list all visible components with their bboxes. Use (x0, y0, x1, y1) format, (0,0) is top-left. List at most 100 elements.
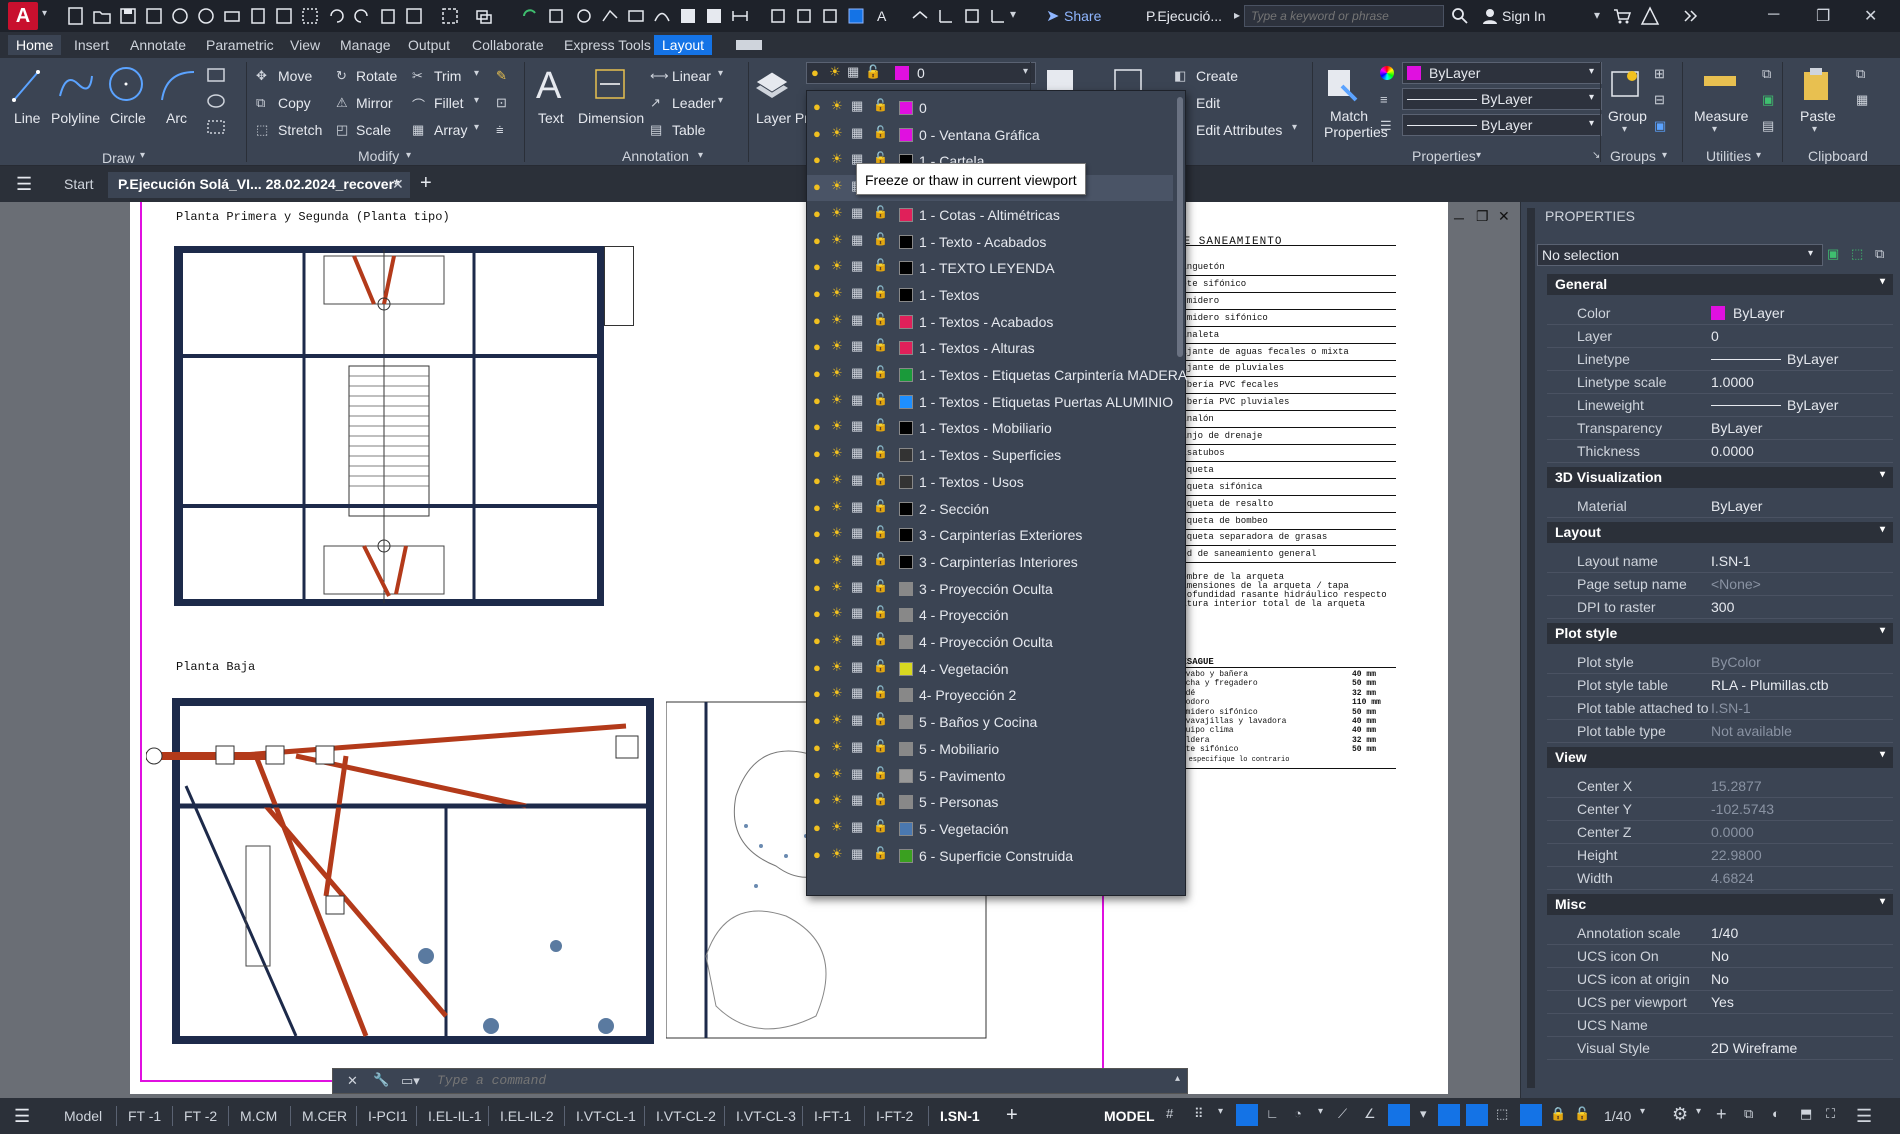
layer-lock-icon[interactable]: 🔓 (873, 632, 888, 646)
spline-quick-icon[interactable] (652, 6, 672, 26)
layer-row[interactable]: ● ☀ ▦ 🔓 1 - Textos - Alturas (807, 335, 1173, 361)
prop-section-header[interactable]: 3D Visualization ▾ (1547, 467, 1893, 488)
layer-row[interactable]: ● ☀ ▦ 🔓 4 - Vegetación (807, 656, 1173, 682)
layer-on-bulb-icon[interactable]: ● (813, 767, 821, 782)
edit-attributes-dropdown-icon[interactable]: ▾ (1292, 122, 1297, 133)
layer-on-bulb-icon[interactable]: ● (813, 553, 821, 568)
layer-sun-icon[interactable]: ☀ (831, 819, 843, 835)
layer-color-swatch[interactable] (899, 127, 913, 142)
save-as-icon[interactable] (144, 6, 164, 26)
layers-quick-icon[interactable] (474, 6, 494, 26)
layer-lock-icon[interactable]: 🔓 (873, 258, 888, 272)
layer-row[interactable]: ● ☀ ▦ 🔓 1 - Textos - Etiquetas Puertas ALUMI… (807, 389, 1173, 415)
layer-dropdown-icon[interactable]: ▾ (1023, 66, 1028, 77)
layer-sun-icon[interactable]: ☀ (831, 605, 843, 621)
layer-vp-freeze-icon[interactable]: ▦ (851, 792, 863, 808)
layer-color-swatch[interactable] (899, 207, 913, 222)
start-tab[interactable]: Start (64, 176, 94, 192)
search-icon[interactable] (1450, 6, 1470, 26)
tab-view[interactable]: View (290, 37, 320, 53)
autodesk-account-icon[interactable] (1640, 6, 1660, 26)
layer-on-bulb-icon[interactable]: ● (813, 793, 821, 808)
clipboard-panel-label[interactable]: Clipboard (1808, 148, 1868, 164)
layer-row[interactable]: ● ☀ ▦ 🔓 1 - TEXTO LEYENDA (807, 255, 1173, 281)
tab-home[interactable]: Home (8, 35, 62, 55)
stretch-button[interactable]: Stretch (278, 122, 322, 138)
layer-on-bulb-icon[interactable]: ● (813, 152, 821, 167)
annotation-scale[interactable]: 1/40 (1604, 1108, 1631, 1124)
linear-dropdown-icon[interactable]: ▾ (718, 68, 723, 79)
layout-tab[interactable]: I.VT-CL-1 (576, 1108, 636, 1124)
layer-sun-icon[interactable]: ☀ (831, 392, 843, 408)
layer-sun-icon[interactable]: ☀ (831, 685, 843, 701)
table-quick-icon[interactable] (820, 6, 840, 26)
circle-tool-icon[interactable] (106, 64, 146, 104)
layer-row[interactable]: ● ☀ ▦ 🔓 5 - Baños y Cocina (807, 709, 1173, 735)
layer-row[interactable]: ● ☀ ▦ 🔓 1 - Textos - Mobiliario (807, 415, 1173, 441)
layer-row[interactable]: ● ☀ ▦ 🔓 1 - Cotas - Altimétricas (807, 202, 1173, 228)
snap-dropdown-icon[interactable]: ▾ (1218, 1106, 1223, 1117)
layer-sun-icon[interactable]: ☀ (831, 525, 843, 541)
layer-vp-freeze-icon[interactable]: ▦ (851, 338, 863, 354)
layer-lock-icon[interactable]: 🔓 (873, 338, 888, 352)
layer-lock-icon[interactable]: 🔓 (873, 766, 888, 780)
annotation-panel-label[interactable]: Annotation (622, 148, 689, 164)
layer-on-bulb-icon[interactable]: ● (813, 660, 821, 675)
trim-button[interactable]: Trim (434, 68, 461, 84)
layer-sun-icon[interactable]: ☀ (831, 792, 843, 808)
layer-row[interactable]: ● ☀ ▦ 🔓 1 - Textos - Etiquetas Carpintería M… (807, 362, 1187, 388)
block-icon[interactable] (546, 6, 566, 26)
signin-dropdown-icon[interactable]: ▾ (1594, 8, 1600, 22)
lineweight-combobox[interactable]: ByLayer ▾ (1402, 114, 1602, 136)
layer-lock-icon[interactable]: 🔓 (873, 125, 888, 139)
sign-in-button[interactable]: Sign In (1502, 8, 1546, 24)
polyline-tool-icon[interactable] (56, 66, 96, 106)
layer-sun-icon[interactable]: ☀ (831, 499, 843, 515)
layer-lock-icon[interactable]: 🔓 (873, 312, 888, 326)
layer-sun-icon[interactable]: ☀ (831, 418, 843, 434)
layer-sun-icon[interactable]: ☀ (831, 338, 843, 354)
command-input[interactable] (437, 1073, 937, 1088)
layer-vp-freeze-icon[interactable]: ▦ (851, 285, 863, 301)
group-button[interactable]: Group (1608, 108, 1647, 124)
selection-combobox[interactable]: No selection ▾ (1537, 244, 1823, 266)
layer-on-bulb-icon[interactable]: ● (813, 740, 821, 755)
tool-icon[interactable] (574, 6, 594, 26)
polar-dropdown-icon[interactable]: ▾ (1318, 1106, 1323, 1117)
layer-vp-freeze-icon[interactable]: ▦ (851, 232, 863, 248)
layer-dropdown-list[interactable]: ● ☀ ▦ 🔓 0 ● ☀ ▦ 🔓 0 - Ventana Gráfica ● ☀ ▦ 🔓 1 - Cart… (806, 90, 1187, 896)
layer-combobox[interactable]: ● ☀ ▦ 🔓 0 ▾ (806, 62, 1036, 84)
cmd-close-icon[interactable]: ✕ (347, 1073, 358, 1089)
prop-row[interactable]: Thickness 0.0000 (1547, 440, 1893, 463)
prop-row[interactable]: Plot table type Not available (1547, 720, 1893, 743)
layer-vp-freeze-icon[interactable]: ▦ (851, 499, 863, 515)
region-quick-icon[interactable] (704, 6, 724, 26)
section-collapse-icon[interactable]: ▾ (1880, 625, 1885, 636)
trim-dropdown-icon[interactable]: ▾ (474, 68, 479, 79)
select-similar-icon[interactable] (846, 6, 866, 26)
layer-vp-freeze-icon[interactable]: ▦ (851, 98, 863, 114)
layer-row[interactable]: ● ☀ ▦ 🔓 4- Proyección 2 (807, 682, 1173, 708)
layer-vp-freeze-icon[interactable]: ▦ (851, 712, 863, 728)
layer-on-bulb-icon[interactable]: ● (813, 686, 821, 701)
prop-row[interactable]: Linetype scale 1.0000 (1547, 371, 1893, 394)
object-snap-icon[interactable] (1388, 1104, 1410, 1126)
copy-clip-icon[interactable]: ⧉ (1856, 66, 1865, 82)
layer-sun-icon[interactable]: ☀ (831, 205, 843, 221)
rectangle-tool-icon[interactable] (206, 66, 230, 84)
layer-lock-icon[interactable]: 🔓 (873, 205, 888, 219)
infer-constraints-icon[interactable] (1236, 1104, 1258, 1126)
layer-lock-icon[interactable]: 🔓 (873, 285, 888, 299)
layout-tab[interactable]: I-FT-1 (814, 1108, 851, 1124)
layer-on-bulb-icon[interactable]: ● (813, 393, 821, 408)
tab-layout[interactable]: Layout (654, 35, 713, 55)
layer-color-swatch[interactable] (899, 848, 913, 863)
prop-section-header[interactable]: Misc ▾ (1547, 894, 1893, 915)
cmd-customize-icon[interactable]: 🔧 (373, 1072, 389, 1088)
prop-row[interactable]: Center Y -102.5743 (1547, 798, 1893, 821)
ucs-world-icon[interactable] (988, 6, 1008, 26)
graphics-perf-icon[interactable]: ⬒ (1800, 1106, 1812, 1122)
hamburger-menu-icon[interactable]: ☰ (16, 174, 32, 195)
layer-lock-icon[interactable]: 🔓 (873, 392, 888, 406)
tab-output[interactable]: Output (408, 37, 450, 53)
